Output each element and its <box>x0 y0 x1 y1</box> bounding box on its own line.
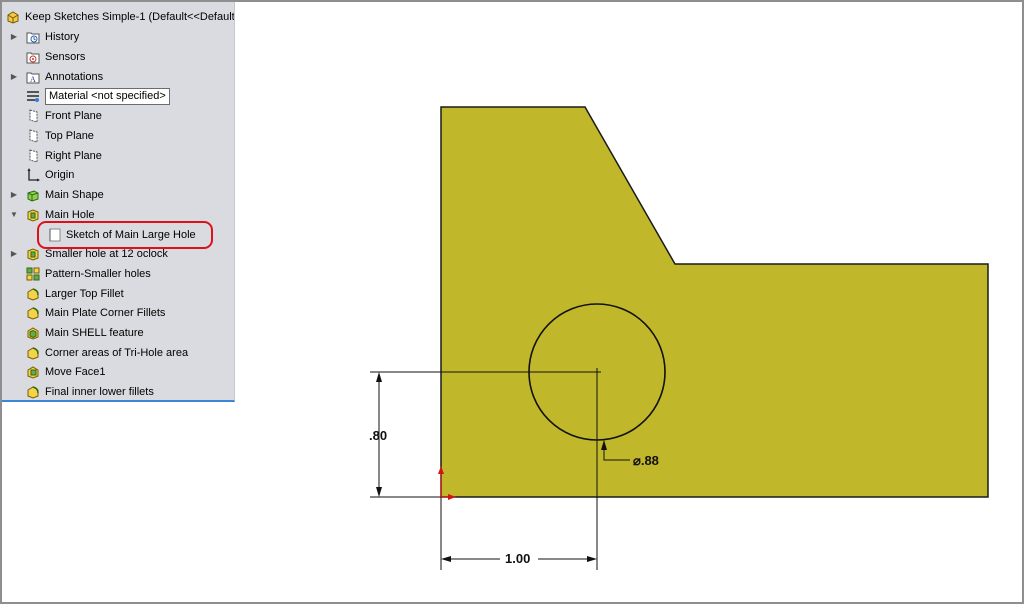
hdim-arrow-left <box>441 556 451 562</box>
plane-icon <box>26 149 40 163</box>
tree-item-label: Main Plate Corner Fillets <box>45 307 166 319</box>
annotations-icon: A <box>26 70 40 84</box>
plane-icon <box>26 109 40 123</box>
fillet-icon <box>26 306 40 320</box>
tree-item-corner-areas[interactable]: Corner areas of Tri-Hole area <box>26 344 188 362</box>
fillet-icon <box>26 346 40 360</box>
expand-history[interactable]: ▶ <box>10 28 18 46</box>
tree-item-origin[interactable]: Origin <box>26 166 74 184</box>
tree-item-label: Material <not specified> <box>45 87 170 105</box>
fillet-icon <box>26 385 40 399</box>
history-icon <box>26 30 40 44</box>
tree-item-move-face1[interactable]: Move Face1 <box>26 363 106 381</box>
tree-item-label: Main Shape <box>45 189 104 201</box>
tree-item-label: Move Face1 <box>45 366 106 378</box>
extrude-icon <box>26 188 40 202</box>
tree-item-label: Annotations <box>45 71 104 83</box>
move-face-icon <box>26 365 40 379</box>
tree-item-top-plane[interactable]: Top Plane <box>26 127 94 145</box>
tree-item-larger-top-fillet[interactable]: Larger Top Fillet <box>26 285 124 303</box>
tree-item-main-shape[interactable]: Main Shape <box>26 186 104 204</box>
dimension-diameter[interactable]: ⌀.88 <box>633 453 659 469</box>
fillet-icon <box>26 287 40 301</box>
tree-root[interactable]: Keep Sketches Simple-1 (Default<<Default… <box>6 8 235 26</box>
tree-item-right-plane[interactable]: Right Plane <box>26 147 102 165</box>
feature-manager-tree[interactable]: Keep Sketches Simple-1 (Default<<Default… <box>2 2 235 402</box>
tree-item-label: Sensors <box>45 51 86 63</box>
collapse-main-hole[interactable]: ▼ <box>10 206 18 224</box>
sensors-icon <box>26 50 40 64</box>
pattern-icon <box>26 267 40 281</box>
tree-item-label: Larger Top Fillet <box>45 288 124 300</box>
tree-item-label: Pattern-Smaller holes <box>45 268 151 280</box>
dimension-horizontal[interactable]: 1.00 <box>505 551 530 566</box>
tree-item-label: Main SHELL feature <box>45 327 144 339</box>
vdim-arrow-top <box>376 372 382 382</box>
tree-item-material[interactable]: Material <not specified> <box>26 87 170 105</box>
tree-item-label: History <box>45 31 80 43</box>
tree-item-sensors[interactable]: Sensors <box>26 48 85 66</box>
tree-item-main-shell-feature[interactable]: Main SHELL feature <box>26 324 144 342</box>
shell-icon <box>26 326 40 340</box>
tree-item-main-plate-corner-fillets[interactable]: Main Plate Corner Fillets <box>26 304 165 322</box>
cut-extrude-icon <box>26 208 40 222</box>
expand-main-shape[interactable]: ▶ <box>10 186 18 204</box>
tree-item-front-plane[interactable]: Front Plane <box>26 107 102 125</box>
dimension-vertical[interactable]: .80 <box>369 428 387 443</box>
part-face[interactable] <box>440 106 989 498</box>
part-icon <box>6 10 20 24</box>
tree-item-label: Origin <box>45 169 75 181</box>
tree-item-label: Front Plane <box>45 110 102 122</box>
expand-smaller-hole[interactable]: ▶ <box>10 245 18 263</box>
tree-item-label: Right Plane <box>45 150 102 162</box>
tree-item-final-inner-lower-fillets[interactable]: Final inner lower fillets <box>26 383 154 400</box>
plane-icon <box>26 129 40 143</box>
material-icon <box>26 89 40 103</box>
origin-icon <box>26 168 40 182</box>
tree-item-label: Corner areas of Tri-Hole area <box>45 347 189 359</box>
tree-item-pattern-smaller-holes[interactable]: Pattern-Smaller holes <box>26 265 151 283</box>
tree-item-annotations[interactable]: A Annotations <box>26 68 103 86</box>
tree-item-history[interactable]: History <box>26 28 79 46</box>
highlight-annotation-ring <box>37 221 213 249</box>
vdim-arrow-bottom <box>376 487 382 497</box>
tree-item-label: Top Plane <box>45 130 94 142</box>
tree-root-label: Keep Sketches Simple-1 (Default<<Default… <box>25 11 235 23</box>
cut-extrude-icon <box>26 247 40 261</box>
hdim-arrow-right <box>587 556 597 562</box>
svg-text:A: A <box>30 75 36 84</box>
expand-annotations[interactable]: ▶ <box>10 68 18 86</box>
tree-item-label: Final inner lower fillets <box>45 386 154 398</box>
